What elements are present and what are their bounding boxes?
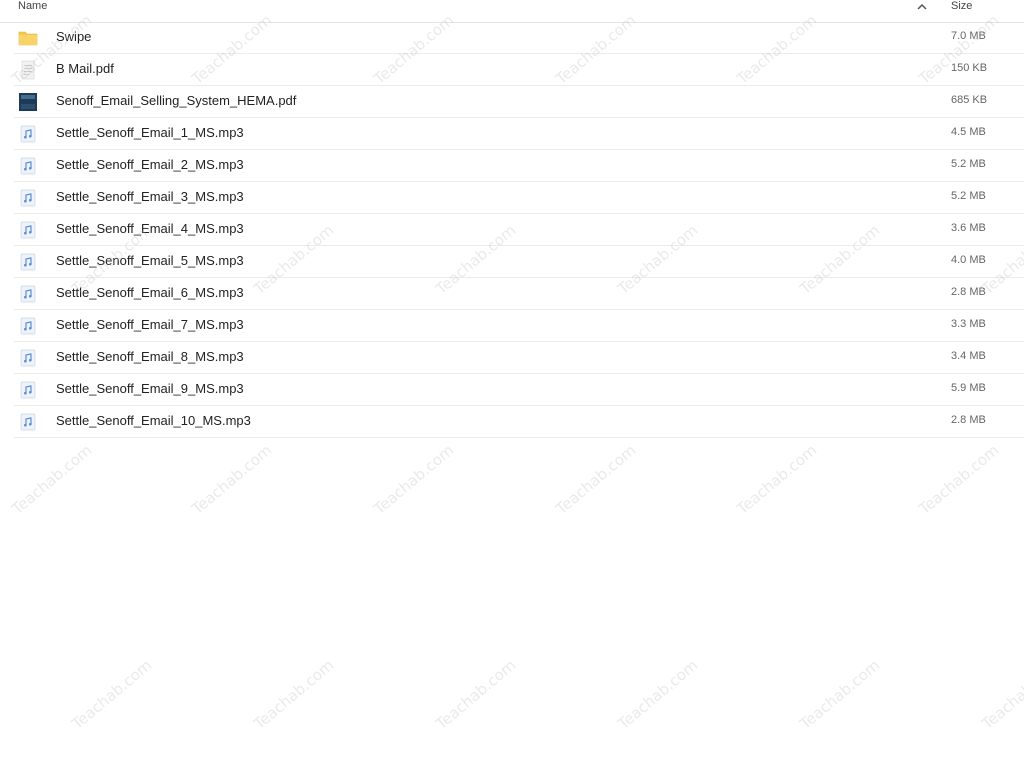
file-list: Swipe 7.0 MB B Mail.pdf 150 KB Senoff_Email_… bbox=[14, 22, 1024, 438]
file-name[interactable]: Settle_Senoff_Email_2_MS.mp3 bbox=[56, 157, 244, 172]
file-row[interactable]: Settle_Senoff_Email_10_MS.mp3 2.8 MB bbox=[14, 406, 1024, 438]
watermark-text: Teachab.com bbox=[733, 441, 821, 518]
file-row[interactable]: Settle_Senoff_Email_1_MS.mp3 4.5 MB bbox=[14, 118, 1024, 150]
pdf-thumbnail-icon bbox=[18, 92, 38, 112]
file-row[interactable]: Settle_Senoff_Email_2_MS.mp3 5.2 MB bbox=[14, 150, 1024, 182]
file-list-header: Name Size bbox=[0, 0, 1024, 23]
name-column-header[interactable]: Name bbox=[18, 0, 47, 12]
file-size: 2.8 MB bbox=[951, 414, 986, 426]
file-row[interactable]: Settle_Senoff_Email_6_MS.mp3 2.8 MB bbox=[14, 278, 1024, 310]
watermark-text: Teachab.com bbox=[8, 441, 96, 518]
file-size: 2.8 MB bbox=[951, 286, 986, 298]
file-row[interactable]: Settle_Senoff_Email_4_MS.mp3 3.6 MB bbox=[14, 214, 1024, 246]
file-name[interactable]: Settle_Senoff_Email_8_MS.mp3 bbox=[56, 349, 244, 364]
audio-file-icon bbox=[18, 220, 38, 240]
audio-file-icon bbox=[18, 284, 38, 304]
file-size: 3.3 MB bbox=[951, 318, 986, 330]
audio-file-icon bbox=[18, 380, 38, 400]
audio-file-icon bbox=[18, 316, 38, 336]
file-size: 3.6 MB bbox=[951, 222, 986, 234]
audio-file-icon bbox=[18, 348, 38, 368]
file-size: 4.5 MB bbox=[951, 126, 986, 138]
file-browser: Name Size Swipe 7.0 MB B Mail.pdf 150 KB Sen… bbox=[0, 0, 1024, 768]
file-row[interactable]: Settle_Senoff_Email_8_MS.mp3 3.4 MB bbox=[14, 342, 1024, 374]
file-name[interactable]: Swipe bbox=[56, 29, 91, 44]
file-row[interactable]: Settle_Senoff_Email_3_MS.mp3 5.2 MB bbox=[14, 182, 1024, 214]
file-name[interactable]: Senoff_Email_Selling_System_HEMA.pdf bbox=[56, 93, 296, 108]
watermark-text: Teachab.com bbox=[978, 656, 1024, 733]
audio-file-icon bbox=[18, 252, 38, 272]
file-row[interactable]: Settle_Senoff_Email_9_MS.mp3 5.9 MB bbox=[14, 374, 1024, 406]
file-row[interactable]: Settle_Senoff_Email_7_MS.mp3 3.3 MB bbox=[14, 310, 1024, 342]
file-size: 150 KB bbox=[951, 62, 988, 74]
audio-file-icon bbox=[18, 156, 38, 176]
file-size: 5.2 MB bbox=[951, 158, 986, 170]
file-size: 3.4 MB bbox=[951, 350, 986, 362]
file-name[interactable]: Settle_Senoff_Email_7_MS.mp3 bbox=[56, 317, 244, 332]
file-size: 5.2 MB bbox=[951, 190, 986, 202]
audio-file-icon bbox=[18, 188, 38, 208]
file-name[interactable]: B Mail.pdf bbox=[56, 61, 114, 76]
folder-icon bbox=[18, 28, 38, 48]
file-name[interactable]: Settle_Senoff_Email_3_MS.mp3 bbox=[56, 189, 244, 204]
audio-file-icon bbox=[18, 124, 38, 144]
file-size: 4.0 MB bbox=[951, 254, 986, 266]
file-name[interactable]: Settle_Senoff_Email_9_MS.mp3 bbox=[56, 381, 244, 396]
file-row[interactable]: Settle_Senoff_Email_5_MS.mp3 4.0 MB bbox=[14, 246, 1024, 278]
file-name[interactable]: Settle_Senoff_Email_10_MS.mp3 bbox=[56, 413, 251, 428]
file-name[interactable]: Settle_Senoff_Email_4_MS.mp3 bbox=[56, 221, 244, 236]
watermark-text: Teachab.com bbox=[370, 441, 458, 518]
file-size: 5.9 MB bbox=[951, 382, 986, 394]
chevron-up-icon[interactable] bbox=[916, 2, 928, 12]
file-size: 685 KB bbox=[951, 94, 988, 106]
file-row[interactable]: Swipe 7.0 MB bbox=[14, 22, 1024, 54]
pdf-file-icon bbox=[18, 60, 38, 80]
watermark-text: Teachab.com bbox=[552, 441, 640, 518]
watermark-text: Teachab.com bbox=[614, 656, 702, 733]
file-name[interactable]: Settle_Senoff_Email_5_MS.mp3 bbox=[56, 253, 244, 268]
file-name[interactable]: Settle_Senoff_Email_1_MS.mp3 bbox=[56, 125, 244, 140]
file-name[interactable]: Settle_Senoff_Email_6_MS.mp3 bbox=[56, 285, 244, 300]
size-column-header[interactable]: Size bbox=[951, 0, 972, 12]
watermark-text: Teachab.com bbox=[250, 656, 338, 733]
file-row[interactable]: B Mail.pdf 150 KB bbox=[14, 54, 1024, 86]
file-row[interactable]: Senoff_Email_Selling_System_HEMA.pdf 685 … bbox=[14, 86, 1024, 118]
watermark-text: Teachab.com bbox=[188, 441, 276, 518]
watermark-text: Teachab.com bbox=[432, 656, 520, 733]
file-size: 7.0 MB bbox=[951, 30, 986, 42]
watermark-text: Teachab.com bbox=[796, 656, 884, 733]
audio-file-icon bbox=[18, 412, 38, 432]
watermark-text: Teachab.com bbox=[68, 656, 156, 733]
watermark-text: Teachab.com bbox=[915, 441, 1003, 518]
